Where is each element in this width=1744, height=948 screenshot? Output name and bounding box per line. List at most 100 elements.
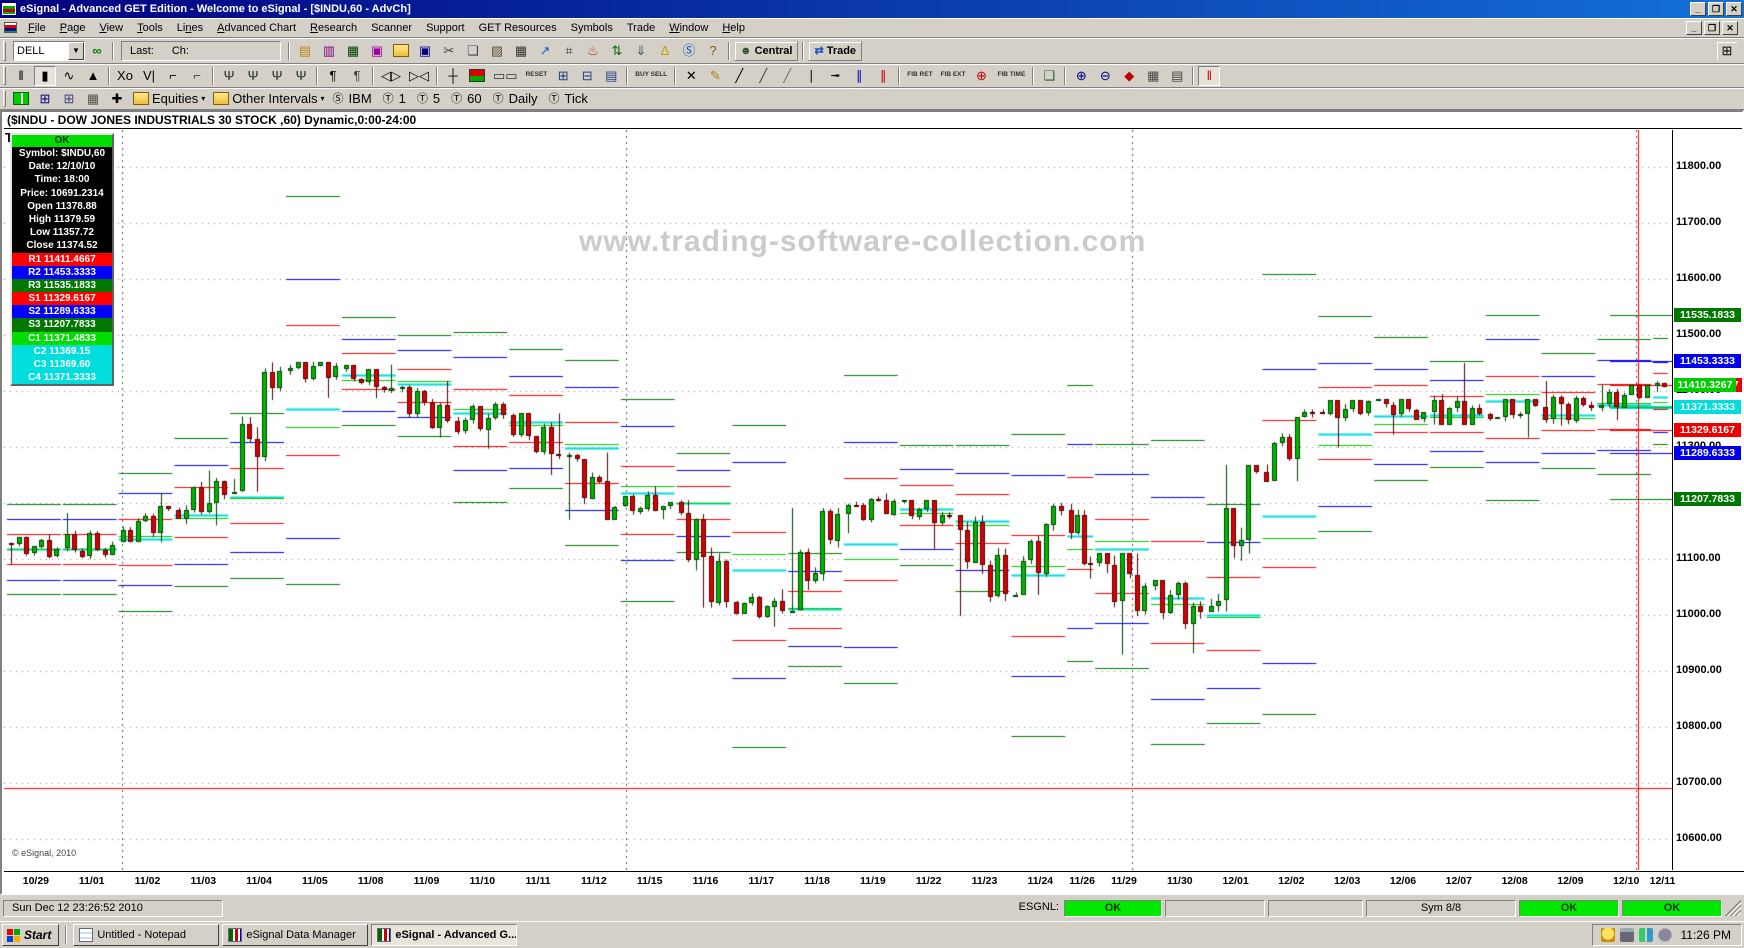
chart-note-icon[interactable]: ▦ [82,89,104,109]
elliott-wave3-icon[interactable]: Ψ [266,66,288,86]
page-edit-icon[interactable]: ▤ [294,41,316,61]
step-chart2-icon[interactable]: ⌐ [186,66,208,86]
reset-icon[interactable]: RESET [523,66,551,86]
buy-sell-icon[interactable]: BUY SELL [632,66,670,86]
menu-trade[interactable]: Trade [620,20,662,36]
step-chart-icon[interactable]: ⌐ [162,66,184,86]
close-button[interactable]: ✕ [1726,2,1742,16]
menu-research[interactable]: Research [303,20,364,36]
elliott-wave4-icon[interactable]: Ψ [290,66,312,86]
print-icon[interactable]: ▦ [510,41,532,61]
u-tool-icon[interactable]: ‖ [1198,66,1220,86]
interval-button-tick[interactable]: ⓉTick [546,89,594,109]
menu-scanner[interactable]: Scanner [364,20,419,36]
pnf-style-icon[interactable]: Xo [114,66,136,86]
candle-colors-icon[interactable] [10,89,32,109]
help-pointer-icon[interactable]: ? [702,41,724,61]
toolbar-grip[interactable] [3,41,6,61]
trade-button[interactable]: ⇄ Trade [808,41,862,61]
other-intervals-dropdown[interactable]: Other Intervals ▾ [210,89,327,109]
mdi-minimize-button[interactable]: _ [1686,21,1702,35]
market-depth-icon[interactable]: ▦ [342,41,364,61]
symbol-shortcut-ibm[interactable]: Ⓢ IBM [330,89,378,109]
notes-tool-icon[interactable]: ▤ [1166,66,1188,86]
crosshair-icon[interactable]: ┼ [442,66,464,86]
folder-open-icon[interactable] [390,41,412,61]
fib-retracement-icon[interactable]: FIB RET [904,66,935,86]
restore-button[interactable]: ❐ [1708,2,1724,16]
stream-window-icon[interactable]: ⌗ [558,41,580,61]
trendline2-icon[interactable]: ╱ [752,66,774,86]
new-page-icon[interactable]: ⊞ [34,89,56,109]
elliott-wave2-icon[interactable]: Ψ [242,66,264,86]
eraser-icon[interactable]: ◆ [1118,66,1140,86]
page-function-icon[interactable]: ⊞ [552,66,574,86]
export-chart-icon[interactable]: ▤ [600,66,622,86]
copy-page-icon[interactable]: ⊞ [58,89,80,109]
start-button[interactable]: Start [2,924,59,946]
pitchfork-icon[interactable]: ¶ [322,66,344,86]
chart-plot-area[interactable]: www.trading-software-collection.com T © … [4,130,1672,870]
colorbar-icon[interactable] [466,66,488,86]
up-down-arrows-icon[interactable]: ⇅ [606,41,628,61]
candle-style-icon[interactable]: ▮ [34,66,56,86]
delete-tool-icon[interactable]: ✕ [680,66,702,86]
interval-button-60[interactable]: Ⓣ60 [448,89,487,109]
chevron-down-icon[interactable]: ▼ [68,42,84,60]
line-style-icon[interactable]: ∿ [58,66,80,86]
security-shield-icon[interactable] [1601,928,1615,942]
cut-icon[interactable]: ✂ [438,41,460,61]
menu-lines[interactable]: Lines [170,20,210,36]
alert-bell-icon[interactable]: Δ [654,41,676,61]
vertical-line-icon[interactable]: ∣ [800,66,822,86]
resize-grip[interactable] [1725,900,1741,916]
menu-tools[interactable]: Tools [130,20,170,36]
books-icon[interactable]: ▣ [366,41,388,61]
network-icon[interactable] [1639,928,1653,942]
mdi-close-button[interactable]: ✕ [1722,21,1738,35]
interval-button-1[interactable]: Ⓣ1 [380,89,412,109]
fib-circle-icon[interactable]: ⊕ [970,66,992,86]
compress-bars-icon[interactable]: ▷◁ [406,66,432,86]
symbol-combobox[interactable]: DELL ▼ [13,41,85,61]
task-button-untitled-notepad[interactable]: Untitled - Notepad [73,924,219,946]
quotes-window-icon[interactable]: ▥ [318,41,340,61]
price-axis[interactable]: 11800.0011700.0011600.0011500.0011100.00… [1672,130,1742,870]
copy-icon[interactable]: ❑ [462,41,484,61]
menu-page[interactable]: Page [53,20,93,36]
menu-file[interactable]: File [21,20,53,36]
trendline3-icon[interactable]: ╱ [776,66,798,86]
link-symbol-icon[interactable]: ∞ [86,41,108,61]
menu-advanced-chart[interactable]: Advanced Chart [210,20,303,36]
menu-view[interactable]: View [92,20,130,36]
add-symbol-icon[interactable]: ✚ [106,89,128,109]
pencil-icon[interactable]: ✎ [704,66,726,86]
parallel-lines-icon[interactable]: ∥ [848,66,870,86]
fib-extension-icon[interactable]: FIB EXT [938,66,969,86]
pitchfork2-icon[interactable]: ¶ [346,66,368,86]
volume-style-icon[interactable]: V| [138,66,160,86]
interval-button-5[interactable]: Ⓣ5 [414,89,446,109]
task-button-esignal-data-manager[interactable]: eSignal Data Manager [222,924,368,946]
ticker-icon[interactable]: ▭▭ [490,66,521,86]
parallel-lines2-icon[interactable]: ∥ [872,66,894,86]
trendline-icon[interactable]: ╱ [728,66,750,86]
layout-grid-icon[interactable]: ⊞ [1716,41,1738,61]
menu-window[interactable]: Window [662,20,715,36]
minimize-button[interactable]: _ [1690,2,1706,16]
equities-dropdown[interactable]: Equities ▾ [130,89,208,109]
camera-icon[interactable] [1620,928,1634,942]
paste-icon[interactable]: ▨ [486,41,508,61]
zoom-in-icon[interactable]: ⊕ [1070,66,1092,86]
area-style-icon[interactable]: ▲ [82,66,104,86]
toolbar-grip[interactable] [3,90,6,107]
menu-support[interactable]: Support [419,20,472,36]
bar-style-icon[interactable]: ‖ [10,66,32,86]
task-button-esignal-advanced-g[interactable]: eSignal - Advanced G... [371,924,517,946]
chart-window-icon[interactable] [4,22,17,33]
menu-help[interactable]: Help [715,20,752,36]
elliott-wave-icon[interactable]: Ψ [218,66,240,86]
page-function2-icon[interactable]: ⊟ [576,66,598,86]
toolbar-grip[interactable] [3,66,6,84]
central-button[interactable]: ☻ Central [734,41,798,61]
